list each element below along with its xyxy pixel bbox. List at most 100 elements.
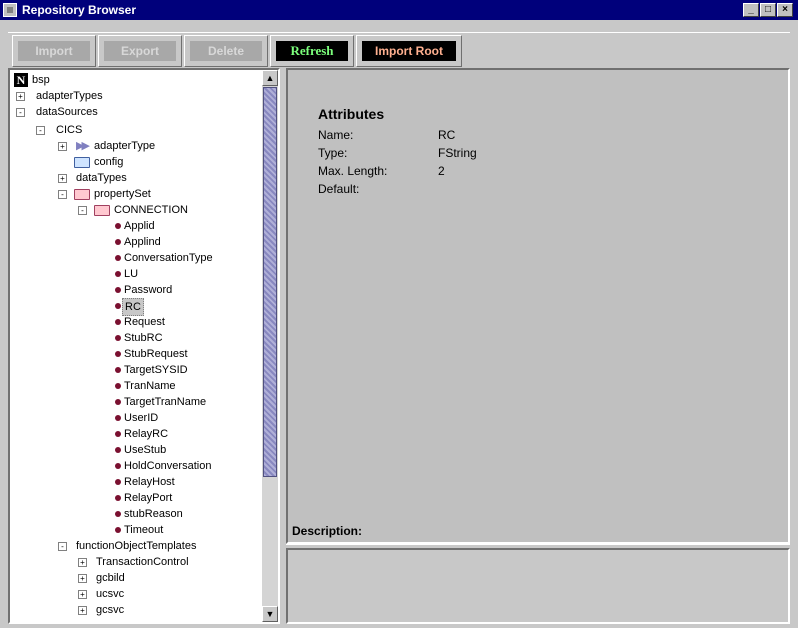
tree-leaf-property[interactable]: TargetSYSID xyxy=(10,362,260,378)
property-dot-icon xyxy=(115,239,121,245)
tree-node-label: Password xyxy=(124,284,173,296)
tree-node-label: StubRequest xyxy=(124,348,188,360)
tree-node-label: CICS xyxy=(56,124,83,136)
tree-node-cics[interactable]: - CICS xyxy=(10,122,260,138)
tree-leaf-property-selected[interactable]: RC xyxy=(10,298,260,316)
tree-node-label: adapterType xyxy=(94,140,156,152)
expand-icon[interactable]: + xyxy=(78,590,87,599)
tree-leaf-property[interactable]: ConversationType xyxy=(10,250,260,266)
export-button[interactable]: Export xyxy=(98,35,182,67)
delete-button[interactable]: Delete xyxy=(184,35,268,67)
tree-node-label: RelayRC xyxy=(124,428,169,440)
property-dot-icon xyxy=(115,495,121,501)
tree-node-function-object-templates[interactable]: - functionObjectTemplates xyxy=(10,538,260,554)
expand-icon[interactable]: + xyxy=(78,574,87,583)
maximize-button[interactable]: □ xyxy=(760,3,776,17)
import-button[interactable]: Import xyxy=(12,35,96,67)
property-dot-icon xyxy=(115,303,121,309)
netscape-n-icon: N xyxy=(14,73,28,87)
scroll-down-arrow-icon[interactable]: ▼ xyxy=(262,606,278,622)
attribute-key: Max. Length: xyxy=(318,164,388,178)
tree-node-template[interactable]: + gcbild xyxy=(10,570,260,586)
import-root-button[interactable]: Import Root xyxy=(356,35,462,67)
tree-node-template[interactable]: + ucsvc xyxy=(10,586,260,602)
tree-node-adapter-type[interactable]: + ▶▶ adapterType xyxy=(10,138,260,154)
app-icon[interactable] xyxy=(3,3,17,17)
import-root-button-label: Import Root xyxy=(362,41,456,61)
tree-node-label: TargetTranName xyxy=(124,396,207,408)
tree-leaf-property[interactable]: RelayHost xyxy=(10,474,260,490)
tree-node-data-sources[interactable]: - dataSources xyxy=(10,104,260,120)
tree-node-template[interactable]: + gcsvc xyxy=(10,602,260,618)
tree-leaf-property[interactable]: Applid xyxy=(10,218,260,234)
expand-icon[interactable]: + xyxy=(78,558,87,567)
tree-leaf-property[interactable]: UseStub xyxy=(10,442,260,458)
tree-node-label: propertySet xyxy=(94,188,151,200)
tree-node-label: adapterTypes xyxy=(36,90,103,102)
tree-node-property-set[interactable]: - propertySet xyxy=(10,186,260,202)
tree-node-label: LU xyxy=(124,268,139,280)
tree-node-label: HoldConversation xyxy=(124,460,212,472)
tree-leaf-property[interactable]: TargetTranName xyxy=(10,394,260,410)
tree-leaf-property[interactable]: LU xyxy=(10,266,260,282)
property-dot-icon xyxy=(115,431,121,437)
collapse-icon[interactable]: - xyxy=(78,206,87,215)
expand-icon[interactable]: + xyxy=(16,92,25,101)
attribute-value: 2 xyxy=(438,164,445,178)
tree-leaf-property[interactable]: Applind xyxy=(10,234,260,250)
collapse-icon[interactable]: - xyxy=(16,108,25,117)
tree-node-label: gcsvc xyxy=(96,604,125,616)
collapse-icon[interactable]: - xyxy=(58,190,67,199)
export-button-label: Export xyxy=(104,41,176,61)
property-dot-icon xyxy=(115,527,121,533)
close-button[interactable]: × xyxy=(777,3,793,17)
tree-node-config[interactable]: config xyxy=(10,154,260,170)
description-panel[interactable] xyxy=(286,548,790,624)
tree-node-template[interactable]: + TransactionControl xyxy=(10,554,260,570)
repository-tree-panel: N bsp + adapterTypes - dataSources - CIC… xyxy=(8,68,280,624)
tree-leaf-property[interactable]: StubRequest xyxy=(10,346,260,362)
property-dot-icon xyxy=(115,415,121,421)
expand-icon[interactable]: + xyxy=(78,606,87,615)
expand-icon[interactable]: + xyxy=(58,174,67,183)
folder-open-icon xyxy=(94,205,110,216)
tree-leaf-property[interactable]: stubReason xyxy=(10,506,260,522)
tree-leaf-property[interactable]: UserID xyxy=(10,410,260,426)
tree-node-label: ConversationType xyxy=(124,252,213,264)
scroll-up-arrow-icon[interactable]: ▲ xyxy=(262,70,278,86)
scrollbar-thumb[interactable] xyxy=(263,87,277,477)
tree-node-data-types[interactable]: + dataTypes xyxy=(10,170,260,186)
expand-icon[interactable]: + xyxy=(58,142,67,151)
tree-node-adapter-types[interactable]: + adapterTypes xyxy=(10,88,260,104)
property-dot-icon xyxy=(115,447,121,453)
tree-leaf-property[interactable]: RelayPort xyxy=(10,490,260,506)
property-dot-icon xyxy=(115,287,121,293)
tree-leaf-property[interactable]: Request xyxy=(10,314,260,330)
tree-node-root[interactable]: N bsp xyxy=(10,72,260,88)
tree-vertical-scrollbar[interactable]: ▲ ▼ xyxy=(262,70,278,622)
delete-button-label: Delete xyxy=(190,41,262,61)
minimize-button[interactable]: _ xyxy=(743,3,759,17)
collapse-icon[interactable]: - xyxy=(58,542,67,551)
tree-node-label: RelayHost xyxy=(124,476,175,488)
attribute-key: Default: xyxy=(318,182,360,196)
tree-node-label: Request xyxy=(124,316,165,328)
refresh-button[interactable]: Refresh xyxy=(270,35,354,67)
tree-node-label: stubReason xyxy=(124,508,183,520)
tree-node-label: UserID xyxy=(124,412,159,424)
collapse-icon[interactable]: - xyxy=(36,126,45,135)
tree-leaf-property[interactable]: StubRC xyxy=(10,330,260,346)
tree-leaf-property[interactable]: Timeout xyxy=(10,522,260,538)
tree-leaf-property[interactable]: TranName xyxy=(10,378,260,394)
property-dot-icon xyxy=(115,479,121,485)
property-dot-icon xyxy=(115,383,121,389)
tree-node-label: TransactionControl xyxy=(96,556,189,568)
tree-node-label: dataTypes xyxy=(76,172,127,184)
tree-leaf-property[interactable]: HoldConversation xyxy=(10,458,260,474)
tree-node-connection[interactable]: - CONNECTION xyxy=(10,202,260,218)
description-label: Description: xyxy=(292,524,363,538)
tree-node-label: UseStub xyxy=(124,444,167,456)
tree-leaf-property[interactable]: RelayRC xyxy=(10,426,260,442)
repository-tree[interactable]: N bsp + adapterTypes - dataSources - CIC… xyxy=(10,70,262,622)
tree-leaf-property[interactable]: Password xyxy=(10,282,260,298)
